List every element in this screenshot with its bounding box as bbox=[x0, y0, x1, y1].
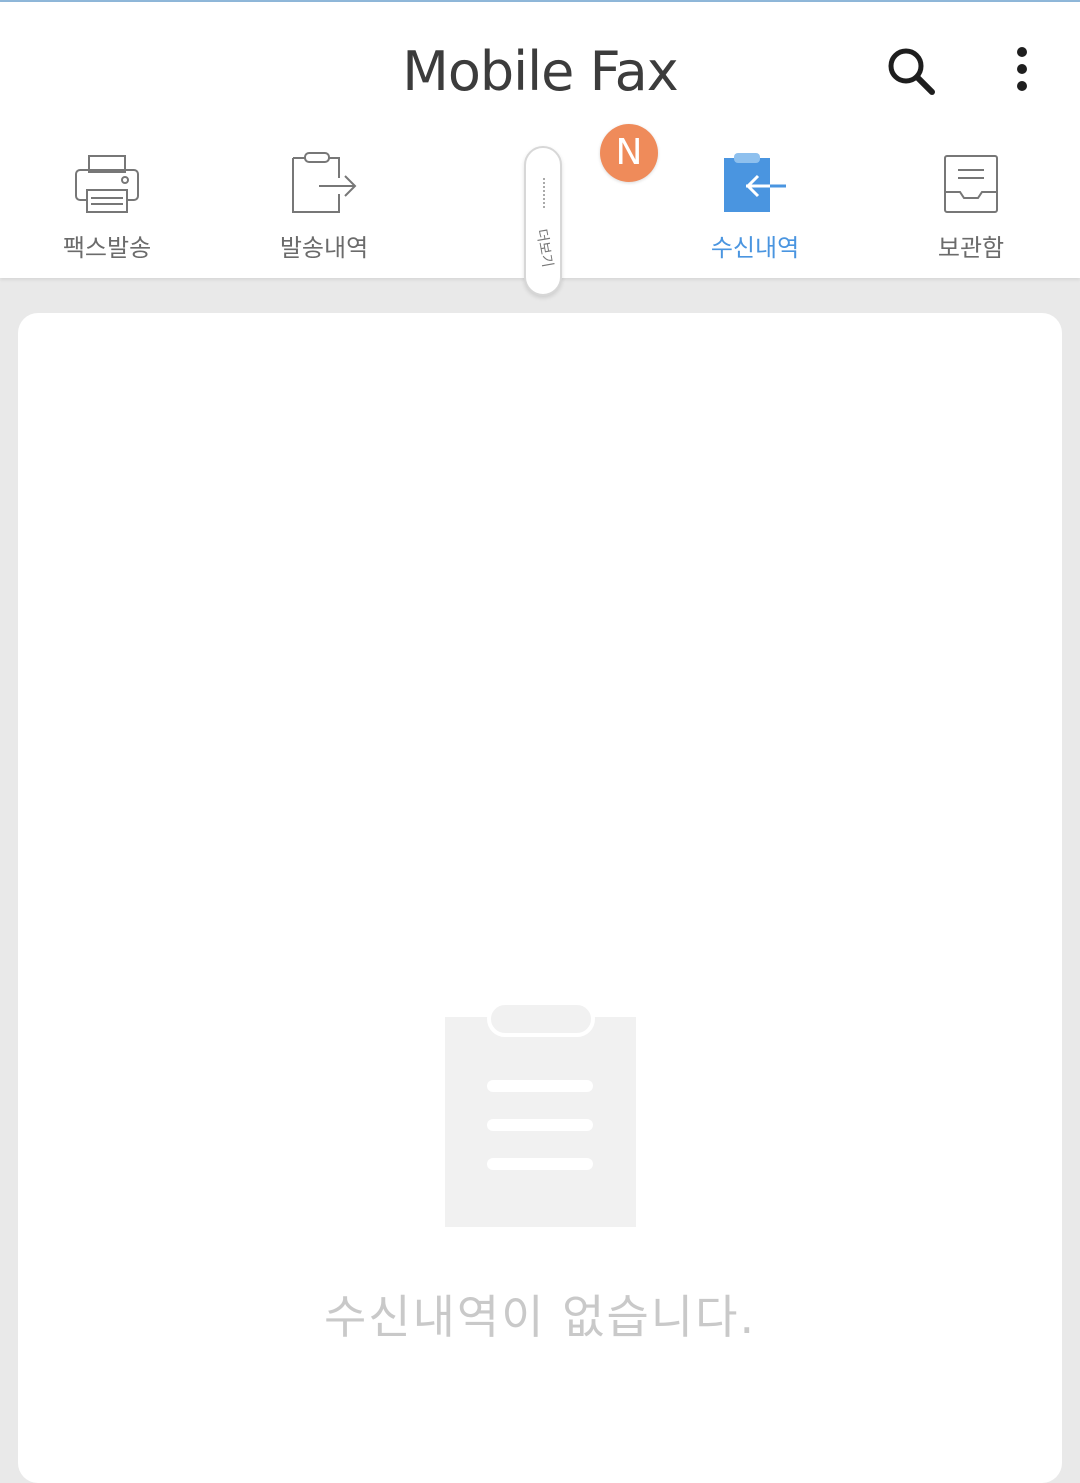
tab-sent-history[interactable]: 발송내역 bbox=[239, 152, 409, 272]
search-icon bbox=[888, 48, 935, 95]
clipboard-send-icon bbox=[292, 152, 357, 213]
tab-received-history[interactable]: 수신내역 bbox=[670, 152, 840, 272]
more-handle[interactable]: 더보기 bbox=[524, 146, 562, 296]
tab-label: 발송내역 bbox=[279, 234, 369, 262]
clipboard-receive-icon bbox=[724, 153, 786, 212]
tab-label: 팩스발송 bbox=[62, 234, 152, 262]
drag-dots-icon bbox=[543, 178, 545, 208]
search-button[interactable] bbox=[880, 42, 944, 102]
more-vert-icon bbox=[1017, 47, 1027, 91]
tab-label: 수신내역 bbox=[710, 234, 800, 262]
empty-state-message: 수신내역이 없습니다. bbox=[323, 1290, 757, 1344]
archive-tray-icon bbox=[944, 155, 998, 213]
more-handle-label: 더보기 bbox=[532, 227, 556, 269]
new-badge: N bbox=[600, 124, 658, 182]
content-card: 수신내역이 없습니다. bbox=[18, 313, 1062, 1483]
tab-archive[interactable]: 보관함 bbox=[886, 152, 1056, 272]
tab-label: 보관함 bbox=[937, 234, 1005, 262]
tab-fax-send[interactable]: 팩스발송 bbox=[22, 152, 192, 272]
printer-icon bbox=[75, 155, 139, 213]
clipboard-list-icon bbox=[445, 1001, 636, 1227]
more-options-button[interactable] bbox=[1000, 42, 1044, 102]
